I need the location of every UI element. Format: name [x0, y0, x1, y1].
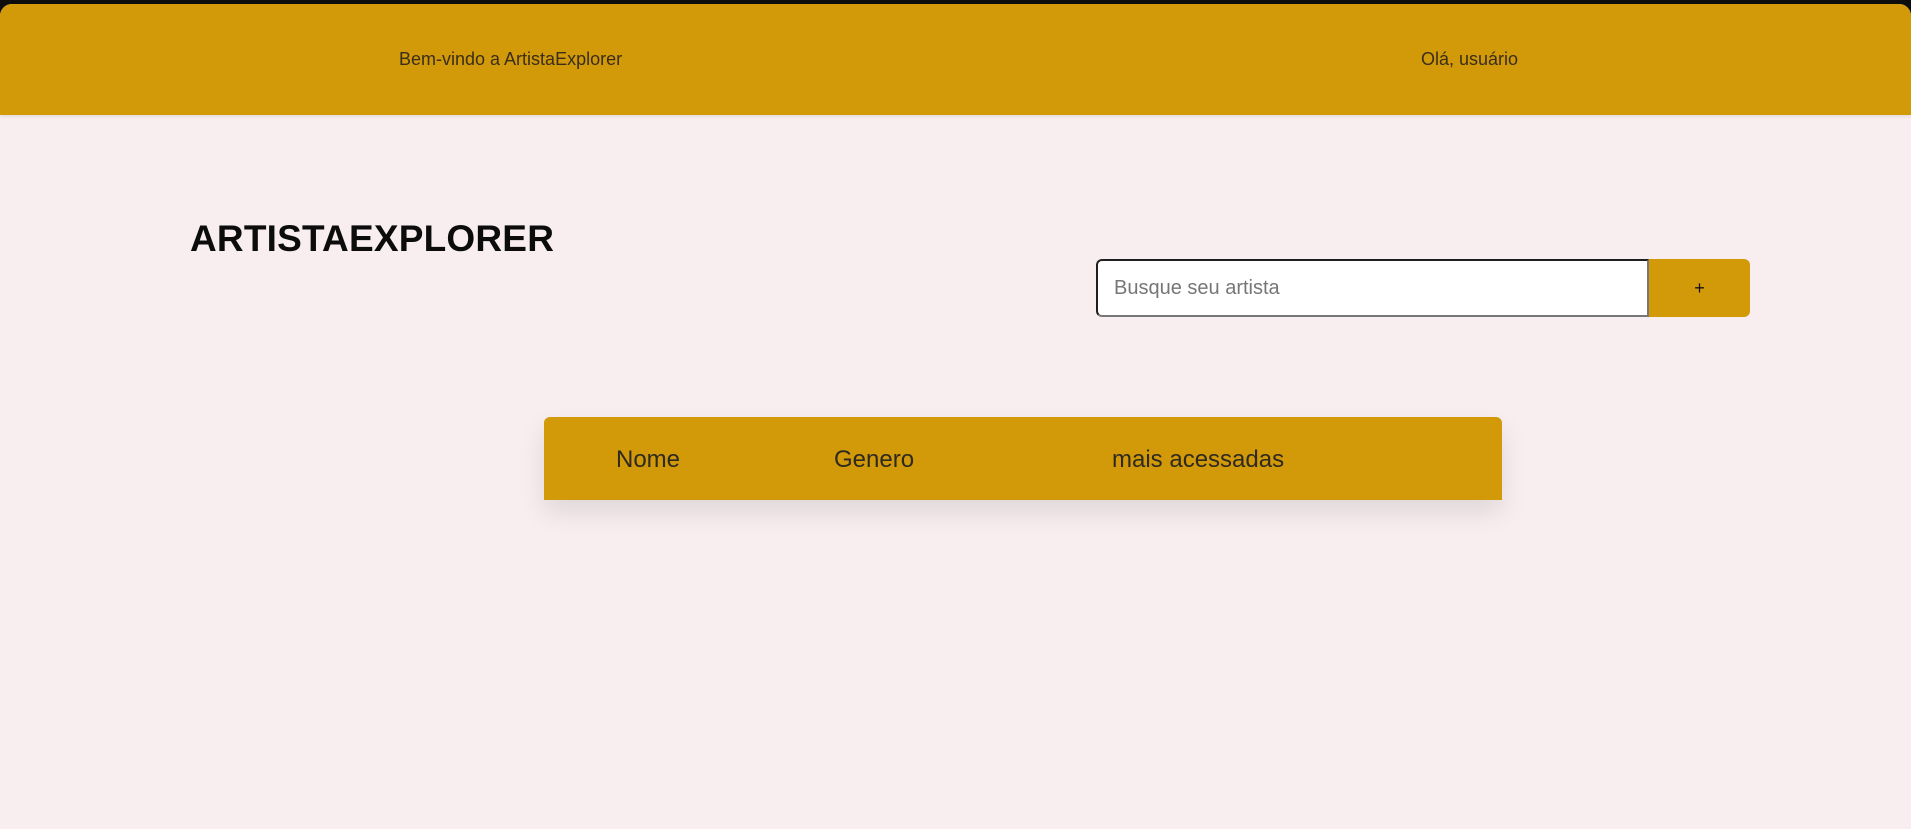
page-title: ARTISTAEXPLORER: [190, 218, 555, 259]
column-header-nome[interactable]: Nome: [616, 446, 680, 474]
column-header-mais-acessadas[interactable]: mais acessadas: [1112, 446, 1284, 474]
search-input[interactable]: [1096, 259, 1649, 317]
add-artist-button[interactable]: +: [1649, 259, 1750, 317]
column-header-genero[interactable]: Genero: [834, 446, 914, 474]
welcome-message: Bem-vindo a ArtistaExplorer: [399, 49, 623, 69]
table-header: Nome Genero mais acessadas: [544, 417, 1502, 500]
search-bar: +: [1096, 259, 1750, 317]
app-window: Bem-vindo a ArtistaExplorer Olá, usuário…: [0, 4, 1911, 829]
user-greeting: Olá, usuário: [1421, 49, 1519, 69]
top-navbar: Bem-vindo a ArtistaExplorer Olá, usuário: [0, 4, 1911, 115]
